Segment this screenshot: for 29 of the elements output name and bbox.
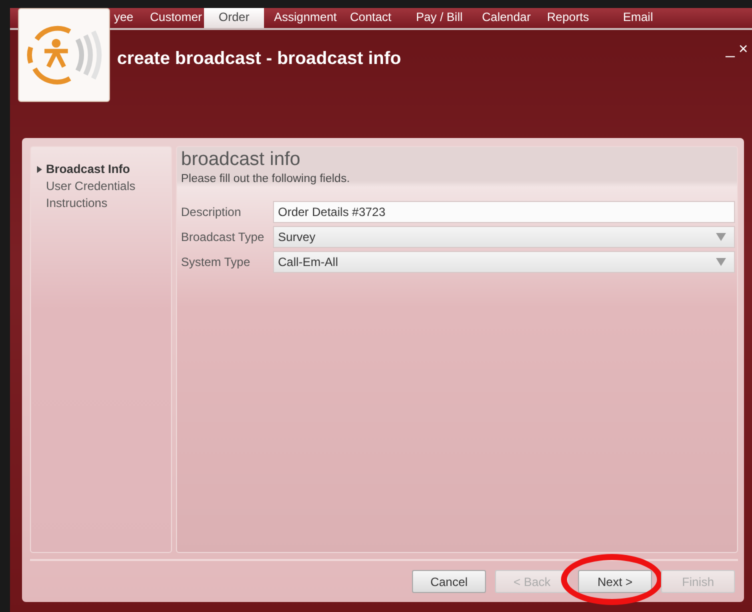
wizard-button[interactable]: Next > bbox=[578, 570, 652, 593]
dropdown-arrow-icon bbox=[716, 258, 726, 266]
nav-tab[interactable]: yee bbox=[110, 8, 140, 28]
dropdown-field[interactable]: Call-Em-All bbox=[273, 251, 735, 273]
nav-tab[interactable]: Email bbox=[613, 8, 664, 28]
logo-icon bbox=[18, 8, 110, 102]
field-label: System Type bbox=[181, 255, 252, 269]
nav-tab[interactable]: Contact bbox=[340, 8, 406, 28]
close-button[interactable]: × bbox=[738, 42, 748, 58]
wizard-button[interactable]: Cancel bbox=[412, 570, 486, 593]
nav-tab[interactable]: Customer bbox=[140, 8, 204, 28]
window-title: create broadcast - broadcast info bbox=[117, 48, 402, 69]
caret-icon bbox=[37, 166, 42, 173]
section-heading: broadcast info bbox=[181, 149, 302, 171]
nav-tab[interactable]: Calendar bbox=[472, 8, 537, 28]
nav-tab[interactable]: Order bbox=[204, 8, 264, 28]
nav-tab[interactable]: Pay / Bill bbox=[406, 8, 472, 28]
instructions-text: Please fill out the following fields. bbox=[181, 173, 351, 185]
field-label: Description bbox=[181, 205, 242, 219]
description-field[interactable]: Order Details #3723 bbox=[273, 201, 735, 223]
field-label: Broadcast Type bbox=[181, 230, 266, 244]
dropdown-field[interactable]: Survey bbox=[273, 226, 735, 248]
nav-tab[interactable]: Assignment bbox=[264, 8, 340, 28]
step-item[interactable]: Broadcast Info bbox=[37, 161, 171, 178]
step-item[interactable]: User Credentials bbox=[37, 178, 171, 195]
minimize-button[interactable]: _ bbox=[726, 42, 735, 58]
nav-tab[interactable]: Reports bbox=[537, 8, 613, 28]
step-item[interactable]: Instructions bbox=[37, 195, 171, 212]
dropdown-arrow-icon bbox=[716, 233, 726, 241]
